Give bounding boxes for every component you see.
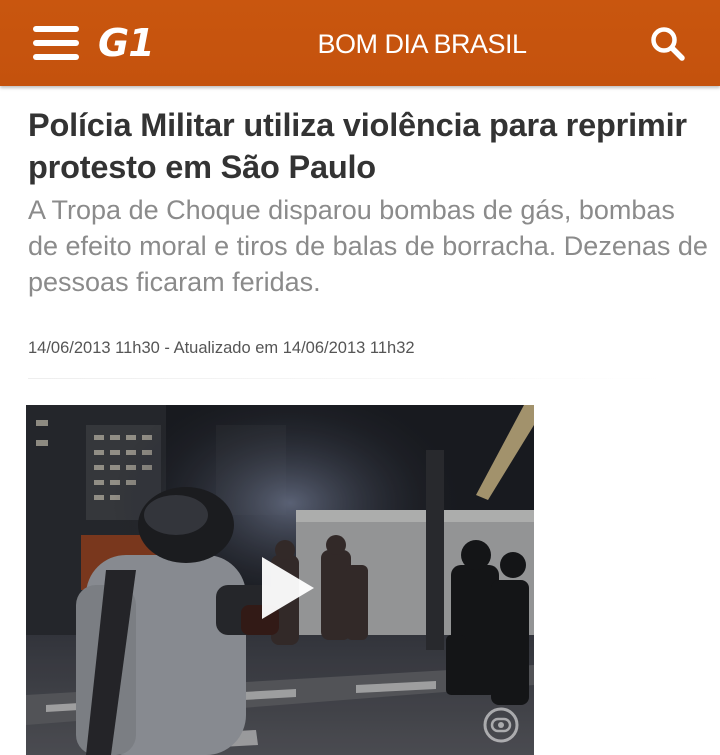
search-icon[interactable] — [650, 26, 686, 62]
globo-watermark-icon — [483, 707, 519, 743]
article-dateline: 14/06/2013 11h30 - Atualizado em 14/06/2… — [28, 339, 415, 357]
article-subtitle: A Tropa de Choque disparou bombas de gás… — [28, 195, 708, 297]
play-icon[interactable] — [258, 555, 318, 621]
top-bar: G1 BOM DIA BRASIL — [0, 0, 720, 86]
article-headline: Polícia Militar utiliza violência para r… — [28, 107, 687, 185]
section-title[interactable]: BOM DIA BRASIL — [62, 28, 720, 60]
divider — [28, 378, 668, 379]
page: G1 BOM DIA BRASIL Polícia Militar utiliz… — [0, 0, 720, 755]
video-player[interactable] — [26, 405, 534, 755]
